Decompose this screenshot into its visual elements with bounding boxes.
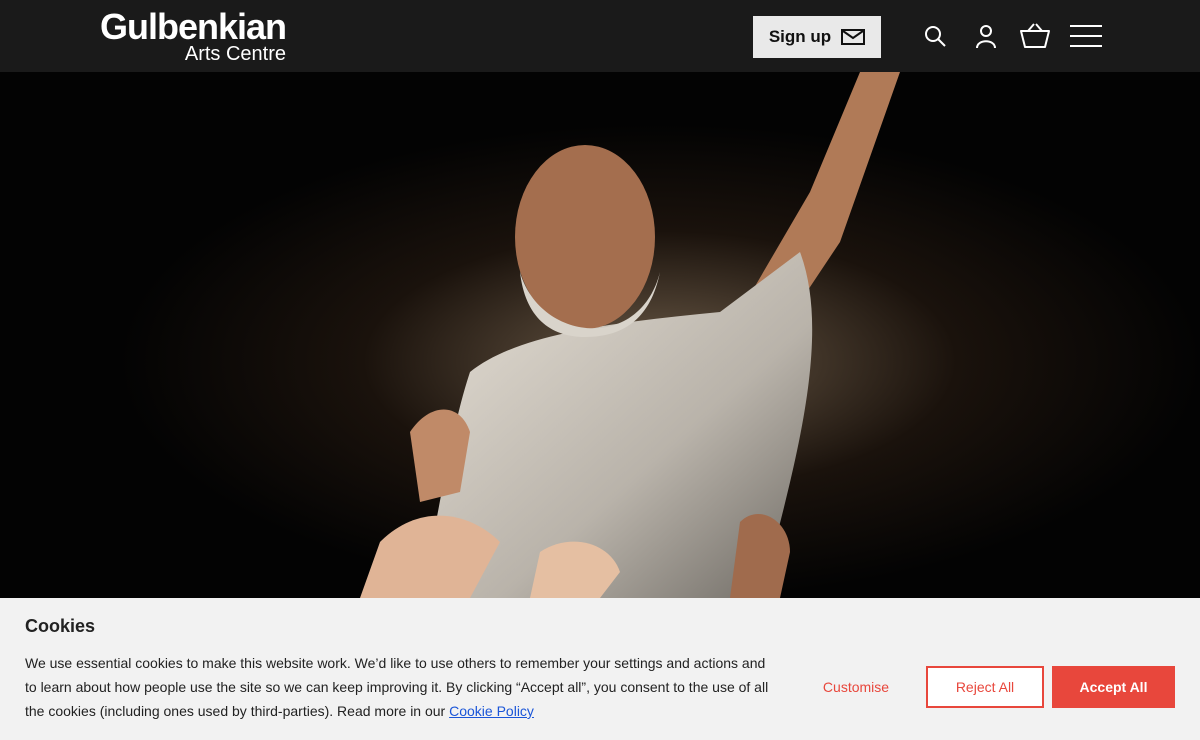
account-icon xyxy=(976,25,996,49)
search-icon xyxy=(925,26,946,47)
cookie-body: We use essential cookies to make this we… xyxy=(25,655,769,719)
cookie-policy-link[interactable]: Cookie Policy xyxy=(449,703,534,719)
menu-button[interactable] xyxy=(1064,14,1108,58)
signup-label: Sign up xyxy=(768,27,832,46)
signup-button[interactable]: Sign up xyxy=(753,16,881,58)
accept-all-button[interactable]: Accept All xyxy=(1052,666,1175,708)
search-button[interactable] xyxy=(913,14,957,58)
basket-button[interactable] xyxy=(1013,14,1057,58)
hero-image xyxy=(0,72,1200,598)
site-header: Gulbenkian Arts Centre Sign up xyxy=(0,0,1200,72)
cookie-title: Cookies xyxy=(25,616,96,636)
account-button[interactable] xyxy=(964,14,1008,58)
logo-main: Gulbenkian xyxy=(100,6,287,47)
menu-icon xyxy=(1070,25,1102,47)
customise-button[interactable]: Customise xyxy=(806,666,906,708)
logo-sub: Arts Centre xyxy=(184,43,287,65)
site-logo[interactable]: Gulbenkian Arts Centre xyxy=(100,6,287,65)
cookie-text: We use essential cookies to make this we… xyxy=(25,651,775,723)
mail-icon xyxy=(841,29,866,45)
basket-icon xyxy=(1020,23,1050,48)
reject-all-button[interactable]: Reject All xyxy=(926,666,1044,708)
performer-image xyxy=(0,72,1200,598)
